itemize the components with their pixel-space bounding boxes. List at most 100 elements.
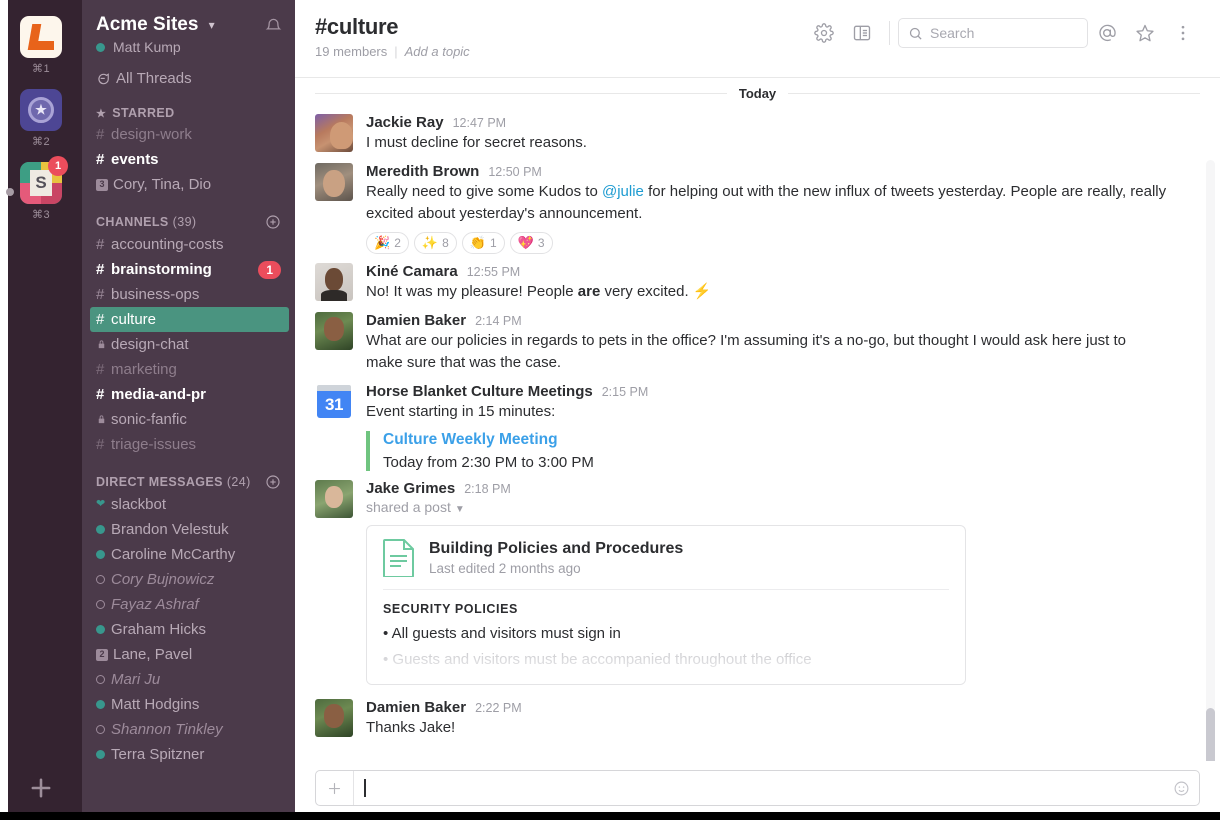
add-dm-icon[interactable] — [265, 474, 281, 490]
star-workspace-icon[interactable]: ★ — [20, 89, 62, 131]
more-options-icon[interactable] — [1164, 23, 1202, 43]
presence-online-icon — [96, 750, 105, 759]
sidebar-item-brainstorming[interactable]: # brainstorming 1 — [82, 257, 295, 282]
sidebar-dm-brandon-velestuk[interactable]: Brandon Velestuk — [82, 517, 295, 542]
emoji-picker-icon[interactable] — [1163, 771, 1199, 805]
message-timestamp[interactable]: 2:15 PM — [602, 385, 649, 399]
sidebar-dm-mari-ju[interactable]: Mari Ju — [82, 667, 295, 692]
day-divider: Today — [295, 86, 1220, 101]
chevron-down-icon[interactable]: ▼ — [455, 504, 465, 515]
add-attachment-icon[interactable] — [316, 771, 354, 805]
sidebar-item-culture[interactable]: # culture — [90, 307, 289, 332]
workspace-item-s[interactable]: S 1 ⌘3 — [0, 162, 82, 221]
post-attachment-card[interactable]: Building Policies and Procedures Last ed… — [366, 525, 966, 685]
scrollbar-thumb[interactable] — [1206, 708, 1215, 761]
reaction-pill[interactable]: 🎉 2 — [366, 232, 409, 254]
message-list: Today Jackie Ray 12:47 PM I must decline… — [295, 78, 1220, 761]
message-author[interactable]: Kiné Camara — [366, 263, 458, 280]
search-input[interactable]: Search — [898, 18, 1088, 48]
channels-title: CHANNELS — [96, 215, 169, 229]
message-author[interactable]: Meredith Brown — [366, 163, 479, 180]
avatar[interactable] — [315, 312, 353, 350]
sidebar-item-all-threads[interactable]: All Threads — [82, 68, 295, 89]
sidebar-item-design-work[interactable]: # design-work — [82, 122, 295, 147]
event-title-link[interactable]: Culture Weekly Meeting — [383, 431, 1200, 449]
sidebar-dm-fayaz-ashraf[interactable]: Fayaz Ashraf — [82, 592, 295, 617]
dms-section-header[interactable]: DIRECT MESSAGES (24) — [82, 474, 295, 492]
message-author[interactable]: Jake Grimes — [366, 480, 455, 497]
team-header[interactable]: Acme Sites ▾ Matt Kump — [82, 14, 295, 55]
reaction-pill[interactable]: ✨ 8 — [414, 232, 457, 254]
sidebar-dm-terra-spitzner[interactable]: Terra Spitzner — [82, 742, 295, 767]
sidebar-item-triage-issues[interactable]: # triage-issues — [82, 432, 295, 457]
add-workspace-icon[interactable] — [27, 774, 55, 802]
gear-icon[interactable] — [805, 23, 843, 43]
post-last-edited: Last edited 2 months ago — [429, 561, 683, 576]
reaction-pill[interactable]: 💖 3 — [510, 232, 553, 254]
sidebar-dm-shannon-tinkley[interactable]: Shannon Tinkley — [82, 717, 295, 742]
sidebar-item-business-ops[interactable]: # business-ops — [82, 282, 295, 307]
star-icon[interactable] — [1126, 23, 1164, 43]
message-timestamp[interactable]: 12:47 PM — [453, 116, 507, 130]
avatar[interactable] — [315, 699, 353, 737]
sidebar-item-label: Mari Ju — [111, 668, 160, 691]
member-count[interactable]: 19 members — [315, 44, 387, 59]
sidebar-dm-matt-hodgins[interactable]: Matt Hodgins — [82, 692, 295, 717]
starred-section-header[interactable]: ★ STARRED — [82, 106, 295, 122]
window-bottom-edge — [0, 812, 1220, 820]
message-author[interactable]: Damien Baker — [366, 699, 466, 716]
google-calendar-icon[interactable]: 31 — [315, 383, 353, 421]
main-panel: #culture 19 members | Add a topic — [295, 0, 1220, 820]
sidebar-item-accounting-costs[interactable]: # accounting-costs — [82, 232, 295, 257]
sidebar-item-marketing[interactable]: # marketing — [82, 357, 295, 382]
post-title[interactable]: Building Policies and Procedures — [429, 540, 683, 558]
presence-away-icon — [96, 600, 105, 609]
chevron-down-icon[interactable]: ▾ — [209, 18, 215, 32]
sidebar-item-label: culture — [111, 308, 156, 331]
panel-toggle-icon[interactable] — [843, 23, 881, 43]
message-author[interactable]: Horse Blanket Culture Meetings — [366, 383, 593, 400]
message-timestamp[interactable]: 2:14 PM — [475, 314, 522, 328]
hash-icon: # — [96, 308, 111, 331]
message-input[interactable] — [354, 771, 1163, 805]
message-timestamp[interactable]: 2:18 PM — [464, 482, 511, 496]
page-title[interactable]: #culture — [315, 14, 470, 40]
sidebar-dm-slackbot[interactable]: ❤ slackbot — [82, 492, 295, 517]
sidebar-dm-caroline-mccarthy[interactable]: Caroline McCarthy — [82, 542, 295, 567]
scrollbar-track[interactable] — [1206, 160, 1215, 761]
message-text-pre: Really need to give some Kudos to — [366, 183, 602, 200]
avatar[interactable] — [315, 114, 353, 152]
message-timestamp[interactable]: 12:50 PM — [488, 165, 542, 179]
current-user[interactable]: Matt Kump — [96, 39, 281, 55]
add-topic-link[interactable]: Add a topic — [405, 44, 470, 59]
workspace-item-acme[interactable]: ⌘1 — [0, 16, 82, 75]
avatar[interactable] — [315, 263, 353, 301]
sidebar-item-design-chat[interactable]: design-chat — [82, 332, 295, 357]
workspace-item-star[interactable]: ★ ⌘2 — [0, 89, 82, 148]
sidebar-item-events[interactable]: # events — [82, 147, 295, 172]
reaction-emoji: ✨ — [422, 235, 438, 251]
user-mention-link[interactable]: @julie — [602, 183, 644, 200]
acme-workspace-icon[interactable] — [20, 16, 62, 58]
sidebar-dm-lane-pavel[interactable]: 2 Lane, Pavel — [82, 642, 295, 667]
team-name[interactable]: Acme Sites — [96, 14, 198, 36]
avatar[interactable] — [315, 163, 353, 201]
calendar-day-number: 31 — [317, 391, 351, 418]
reaction-pill[interactable]: 👏 1 — [462, 232, 505, 254]
sidebar-dm-cory-bujnowicz[interactable]: Cory Bujnowicz — [82, 567, 295, 592]
mentions-icon[interactable] — [1088, 23, 1126, 43]
message-timestamp[interactable]: 2:22 PM — [475, 701, 522, 715]
sidebar-item-cory-tina-dio[interactable]: 3 Cory, Tina, Dio — [82, 172, 295, 197]
notifications-bell-icon[interactable] — [264, 17, 283, 40]
hash-icon: # — [96, 283, 111, 306]
sidebar-item-sonic-fanfic[interactable]: sonic-fanfic — [82, 407, 295, 432]
add-channel-icon[interactable] — [265, 214, 281, 230]
message-timestamp[interactable]: 12:55 PM — [467, 265, 521, 279]
avatar[interactable] — [315, 480, 353, 518]
message-author[interactable]: Damien Baker — [366, 312, 466, 329]
message-author[interactable]: Jackie Ray — [366, 114, 444, 131]
sidebar-dm-graham-hicks[interactable]: Graham Hicks — [82, 617, 295, 642]
shared-post-subtext[interactable]: shared a post▼ — [366, 499, 1200, 515]
channels-section-header[interactable]: CHANNELS (39) — [82, 214, 295, 232]
sidebar-item-media-and-pr[interactable]: # media-and-pr — [82, 382, 295, 407]
